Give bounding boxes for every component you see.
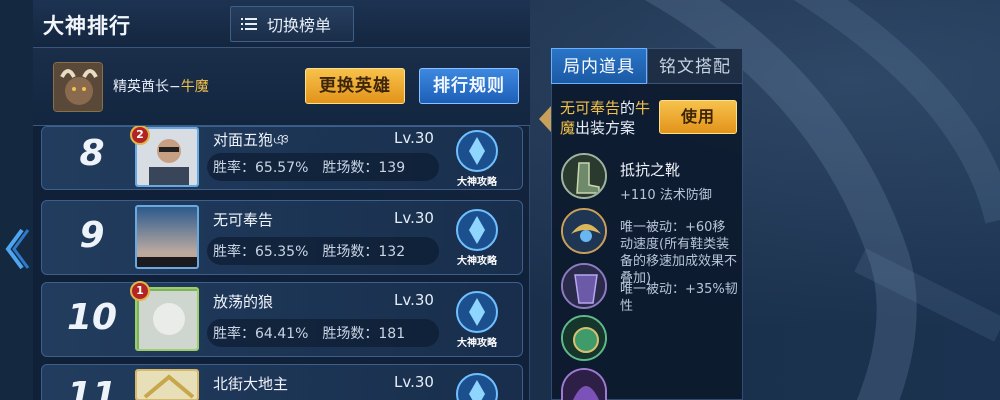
win-rate: 胜率：65.35% xyxy=(213,244,309,260)
item-name: 抵抗之靴 xyxy=(620,161,681,179)
tab-runes[interactable]: 铭文搭配 xyxy=(647,48,743,84)
build-tabs: 局内道具 铭文搭配 xyxy=(551,48,743,84)
rank-rules-button[interactable]: 排行规则 xyxy=(419,68,519,104)
ranking-row[interactable]: 8 2 对面五狍ঞ Lv.30 胜率：65.57% 胜场数：139 大神攻略 xyxy=(41,125,523,191)
guide-emblem-icon xyxy=(456,209,498,251)
rank-number: 9 xyxy=(79,215,105,256)
title-bar: 大神排行 切换榜单 xyxy=(33,0,530,48)
player-name: 无可奉告 xyxy=(213,211,274,229)
switch-list-label: 切换榜单 xyxy=(267,16,332,35)
player-stats: 胜率：64.41% 胜场数：181 xyxy=(207,319,439,347)
rank-number: 10 xyxy=(66,297,118,338)
rank-badge: 1 xyxy=(130,281,150,301)
switch-list-button[interactable]: 切换榜单 xyxy=(230,6,354,42)
guide-emblem-icon xyxy=(456,373,498,400)
panel-pointer-icon xyxy=(539,106,551,132)
golden-wings-item-icon[interactable] xyxy=(561,208,607,254)
plan-hero-name-2: 魔 xyxy=(560,119,576,137)
use-build-button[interactable]: 使用 xyxy=(659,100,737,134)
win-count: 胜场数：139 xyxy=(322,160,406,176)
tab-items[interactable]: 局内道具 xyxy=(551,48,647,84)
hero-selector-bar: 精英酋长−牛魔 更换英雄 排行规则 xyxy=(33,48,530,126)
guide-emblem-icon xyxy=(456,291,498,333)
guide-button[interactable] xyxy=(447,372,507,400)
player-avatar[interactable] xyxy=(135,205,199,269)
hero-name-highlight: 牛魔 xyxy=(180,79,209,95)
guide-label: 大神攻略 xyxy=(457,177,497,188)
item-description: 唯一被动：+60移动速度(所有鞋类装备的移速加成效果不叠加) xyxy=(620,220,738,286)
plan-hero-name-1: 牛 xyxy=(635,99,651,117)
rank-number: 11 xyxy=(66,375,118,400)
page-title: 大神排行 xyxy=(43,14,131,38)
win-rate: 胜率：64.41% xyxy=(213,326,309,342)
player-avatar[interactable] xyxy=(135,369,199,400)
item-description: +110 法术防御 xyxy=(620,188,712,203)
previous-arrow-icon[interactable] xyxy=(4,226,30,272)
win-rate: 胜率：65.57% xyxy=(213,160,309,176)
player-level: Lv.30 xyxy=(394,209,434,227)
hero-title: 精英酋长− xyxy=(113,79,181,95)
item-description: 唯一被动：+35%韧性 xyxy=(620,282,738,314)
plan-text-build: 出装方案 xyxy=(575,119,636,137)
list-icon xyxy=(241,18,257,30)
guide-button[interactable]: 大神攻略 xyxy=(447,129,507,191)
player-name: 北街大地主 xyxy=(213,375,289,393)
change-hero-button[interactable]: 更换英雄 xyxy=(305,68,405,104)
green-amulet-item-icon[interactable] xyxy=(561,315,607,361)
win-count: 胜场数：132 xyxy=(322,244,406,260)
player-level: Lv.30 xyxy=(394,373,434,391)
plan-text-of: 的 xyxy=(620,99,636,117)
player-stats: 胜率：65.35% 胜场数：132 xyxy=(207,237,439,265)
player-level: Lv.30 xyxy=(394,291,434,309)
hero-portrait[interactable] xyxy=(53,62,103,112)
armor-item-icon[interactable] xyxy=(561,263,607,309)
hero-name: 精英酋长−牛魔 xyxy=(113,76,209,96)
build-plan-title: 无可奉告的牛魔出装方案 xyxy=(560,98,660,138)
player-name: 对面五狍ঞ xyxy=(213,131,289,149)
ranking-row[interactable]: 10 1 放荡的狼 Lv.30 胜率：64.41% 胜场数：181 大神攻略 xyxy=(41,281,523,357)
guide-button[interactable]: 大神攻略 xyxy=(447,290,507,352)
guide-button[interactable]: 大神攻略 xyxy=(447,208,507,270)
player-level: Lv.30 xyxy=(394,129,434,147)
boots-item-icon[interactable] xyxy=(561,153,607,199)
guide-label: 大神攻略 xyxy=(457,256,497,267)
plan-player-name: 无可奉告 xyxy=(560,99,621,117)
guide-emblem-icon xyxy=(456,130,498,172)
win-count: 胜场数：181 xyxy=(322,326,406,342)
ranking-row[interactable]: 9 无可奉告 Lv.30 胜率：65.35% 胜场数：132 大神攻略 xyxy=(41,200,523,275)
guide-label: 大神攻略 xyxy=(457,338,497,349)
rank-number: 8 xyxy=(79,133,105,174)
player-stats: 胜率：65.57% 胜场数：139 xyxy=(207,153,439,181)
player-name: 放荡的狼 xyxy=(213,293,274,311)
ranking-row[interactable]: 11 北街大地主 Lv.30 xyxy=(41,364,523,400)
rank-badge: 2 xyxy=(130,125,150,145)
